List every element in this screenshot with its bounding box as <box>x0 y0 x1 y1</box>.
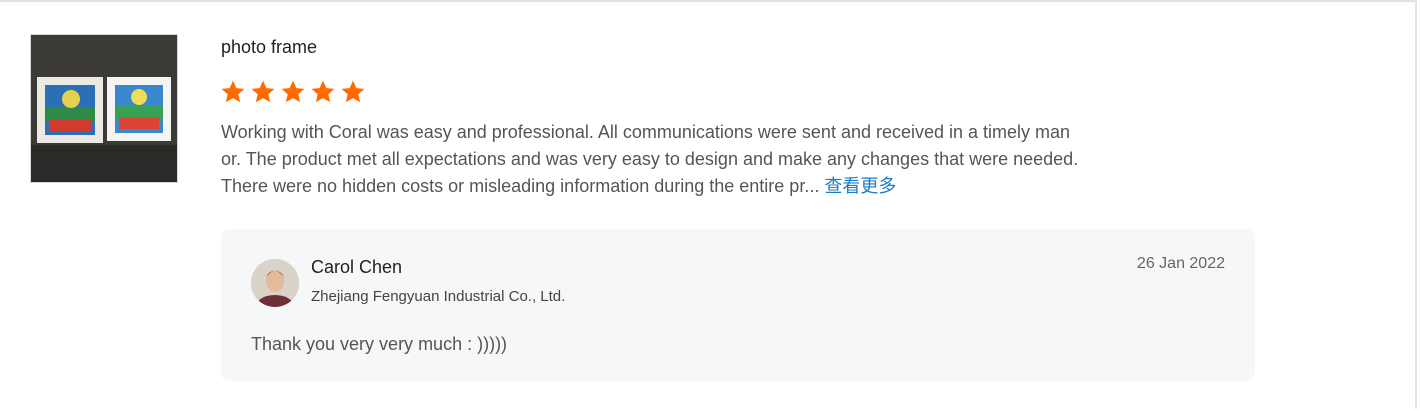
star-icon <box>311 80 335 103</box>
reply-text: Thank you very very much : ))))) <box>251 334 508 354</box>
star-icon <box>281 80 305 103</box>
star-icon <box>251 80 275 103</box>
product-name: photo frame <box>221 37 318 57</box>
reply-company: Zhejiang Fengyuan Industrial Co., Ltd. <box>311 288 566 305</box>
reply-author-name: Carol Chen <box>311 257 403 277</box>
review-body: Working with Coral was easy and professi… <box>221 122 1079 196</box>
see-more-link[interactable]: 查看更多 <box>824 176 896 196</box>
star-rating <box>220 79 366 105</box>
review-photo-thumbnail[interactable] <box>30 34 178 183</box>
reply-date: 26 Jan 2022 <box>1136 255 1225 272</box>
star-icon <box>341 80 365 103</box>
star-icon <box>221 80 245 103</box>
seller-reply: Carol Chen Zhejiang Fengyuan Industrial … <box>221 229 1255 381</box>
review-text: Working with Coral was easy and professi… <box>221 119 1201 200</box>
avatar <box>251 259 299 307</box>
